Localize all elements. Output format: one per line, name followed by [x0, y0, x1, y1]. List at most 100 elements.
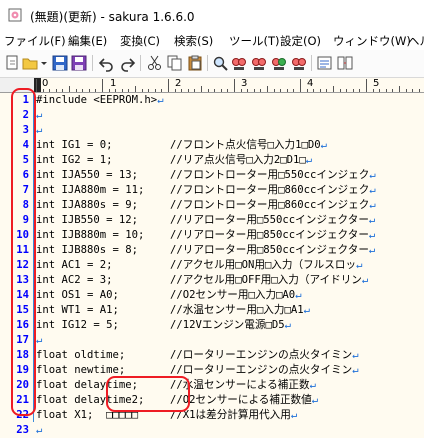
menu-tools[interactable]: ツール(T)	[229, 33, 280, 49]
ruler-tick	[300, 79, 301, 92]
paste-icon[interactable]	[186, 53, 204, 73]
code-line[interactable]: 4 int IG1 = 0;//フロント点火信号□入力1□D0↵	[0, 138, 424, 153]
code-line[interactable]: 3 ↵	[0, 123, 424, 138]
code-line[interactable]: 2 ↵	[0, 108, 424, 123]
cut-icon[interactable]	[146, 53, 164, 73]
code-line[interactable]: 16 int IG12 = 5;//12Vエンジン電源□D5↵	[0, 318, 424, 333]
code-text: int IG12 = 5;	[36, 318, 119, 333]
code-line[interactable]: 15 int WT1 = A1;//水温センサー用□入力□A1↵	[0, 303, 424, 318]
code-comment: //12Vエンジン電源□D5↵	[170, 318, 291, 333]
code-content: float oldtime;	[36, 349, 126, 361]
comment-content: //フロントローター用□550ccインジェク	[170, 169, 370, 181]
end-of-line-marker: ↵	[356, 259, 363, 271]
code-comment: //水温センサー用□入力□A1↵	[170, 303, 310, 318]
code-text: float oldtime;	[36, 348, 125, 363]
code-line[interactable]: 5 int IG2 = 1;//リア点火信号□入力2□D1□↵	[0, 153, 424, 168]
jump-icon[interactable]	[290, 53, 308, 73]
end-of-line-marker: ↵	[284, 319, 291, 331]
end-of-line-marker: ↵	[369, 199, 376, 211]
line-number[interactable]: 23	[0, 423, 29, 438]
code-comment: //フロントローター用□860ccインジェク↵	[170, 198, 376, 213]
code-comment: //アクセル用□ON用□入力（フルスロッ↵	[170, 258, 362, 273]
find-next-icon[interactable]	[250, 53, 268, 73]
end-of-line-marker: ↵	[369, 184, 376, 196]
code-text: int WT1 = A1;	[36, 303, 119, 318]
code-line[interactable]: 19 float newtime;//ロータリーエンジンの点火タイミン↵	[0, 363, 424, 378]
grep-icon[interactable]	[316, 53, 334, 73]
comment-content: //フロントローター用□860ccインジェク	[170, 199, 370, 211]
code-line[interactable]: 8 int IJA880s = 9;//フロントローター用□860ccインジェク↵	[0, 198, 424, 213]
code-content: int AC1 = 2;	[36, 259, 113, 271]
find-prev-icon[interactable]	[230, 53, 248, 73]
undo-icon[interactable]	[98, 53, 116, 73]
compare-icon[interactable]	[336, 53, 354, 73]
code-text: ↵	[36, 423, 42, 438]
code-text: int IJB880s = 8;	[36, 243, 138, 258]
ruler-tick	[168, 79, 169, 92]
comment-content: //X1は差分計算用代入用	[170, 409, 291, 421]
open-folder-icon[interactable]	[21, 53, 39, 73]
replace-icon[interactable]	[270, 53, 288, 73]
text-editor[interactable]: 1 #include <EEPROM.h>↵ 2 ↵ 3 ↵ 4 int IG1 = 0;//…	[0, 92, 424, 436]
code-comment: //O2センサーによる補正数値↵	[170, 393, 318, 408]
comment-content: //リアローター用□850ccインジェクター	[170, 244, 369, 256]
end-of-line-marker: ↵	[303, 304, 311, 316]
end-of-line-marker: ↵	[36, 334, 43, 346]
end-of-line-marker: ↵	[368, 229, 376, 241]
end-of-line-marker: ↵	[36, 424, 43, 436]
code-comment: //フロントローター用□860ccインジェク↵	[170, 183, 376, 198]
code-line[interactable]: 13 int AC2 = 3;//アクセル用□OFF用□入力（アイドリン↵	[0, 273, 424, 288]
redo-icon[interactable]	[118, 53, 136, 73]
comment-content: //12Vエンジン電源□D5	[170, 319, 285, 331]
end-of-line-marker: ↵	[311, 394, 319, 406]
search-icon[interactable]	[212, 53, 230, 73]
menu-file[interactable]: ファイル(F)	[4, 33, 66, 49]
code-text: int IJA880m = 11;	[36, 183, 144, 198]
comment-content: //アクセル用□OFF用□入力（アイドリン	[170, 274, 362, 286]
code-text: int IJB880m = 10;	[36, 228, 144, 243]
code-text: ↵	[36, 123, 42, 138]
code-line[interactable]: 7 int IJA880m = 11;//フロントローター用□860ccインジェク…	[0, 183, 424, 198]
end-of-line-marker: ↵	[309, 379, 316, 391]
code-text: int IJB550 = 12;	[36, 213, 138, 228]
comment-content: //水温センサーによる補正数	[170, 379, 310, 391]
menu-edit[interactable]: 編集(E)	[68, 33, 107, 49]
new-document-icon[interactable]	[3, 53, 21, 73]
code-line[interactable]: 6 int IJA550 = 13;//フロントローター用□550ccインジェク↵	[0, 168, 424, 183]
code-line[interactable]: 23 ↵	[0, 423, 424, 438]
code-line[interactable]: 14 int OS1 = A0;//O2センサー用□入力□A0↵	[0, 288, 424, 303]
end-of-line-marker: ↵	[157, 94, 164, 106]
code-line[interactable]: 21 float delaytime2;//O2センサーによる補正数値↵	[0, 393, 424, 408]
ruler-label: 4	[307, 78, 314, 89]
menu-window[interactable]: ウィンドウ(W)	[333, 33, 411, 49]
open-dropdown-icon[interactable]	[39, 53, 49, 73]
menu-settings[interactable]: 設定(O)	[280, 33, 321, 49]
code-content: float newtime;	[36, 364, 126, 376]
comment-content: //フロント点火信号□入力1□D0	[170, 139, 321, 151]
code-line[interactable]: 18 float oldtime;//ロータリーエンジンの点火タイミン↵	[0, 348, 424, 363]
ruler-label: 2	[175, 78, 182, 89]
code-text: int AC2 = 3;	[36, 273, 113, 288]
save-icon[interactable]	[51, 53, 69, 73]
end-of-line-marker: ↵	[361, 274, 369, 286]
code-line[interactable]: 22 float X1; □□□□□//X1は差分計算用代入用↵	[0, 408, 424, 423]
code-line[interactable]: 1 #include <EEPROM.h>↵	[0, 93, 424, 108]
end-of-line-marker: ↵	[320, 139, 327, 151]
code-line[interactable]: 11 int IJB880s = 8;//リアローター用□850ccインジェクター…	[0, 243, 424, 258]
comment-content: //アクセル用□ON用□入力（フルスロッ	[170, 259, 357, 271]
code-line[interactable]: 20 float delaytime;//水温センサーによる補正数↵	[0, 378, 424, 393]
save-as-icon[interactable]	[70, 53, 88, 73]
code-comment: //リアローター用□850ccインジェクター↵	[170, 243, 375, 258]
code-line[interactable]: 12 int AC1 = 2;//アクセル用□ON用□入力（フルスロッ↵	[0, 258, 424, 273]
code-line[interactable]: 9 int IJB550 = 12;//リアローター用□550ccインジェクター↵	[0, 213, 424, 228]
ruler-label: 0	[42, 78, 49, 89]
copy-icon[interactable]	[166, 53, 184, 73]
code-comment: //リアローター用□550ccインジェクター↵	[170, 213, 375, 228]
menu-help[interactable]: ヘル	[408, 33, 424, 49]
title-bar[interactable]: (無題)(更新) - sakura 1.6.6.0	[0, 0, 424, 30]
code-line[interactable]: 10 int IJB880m = 10;//リアローター用□850ccインジェクタ…	[0, 228, 424, 243]
menu-search[interactable]: 検索(S)	[174, 33, 213, 49]
code-content: int IJB880m = 10;	[36, 229, 145, 241]
code-line[interactable]: 17 ↵	[0, 333, 424, 348]
menu-convert[interactable]: 変換(C)	[120, 33, 160, 49]
